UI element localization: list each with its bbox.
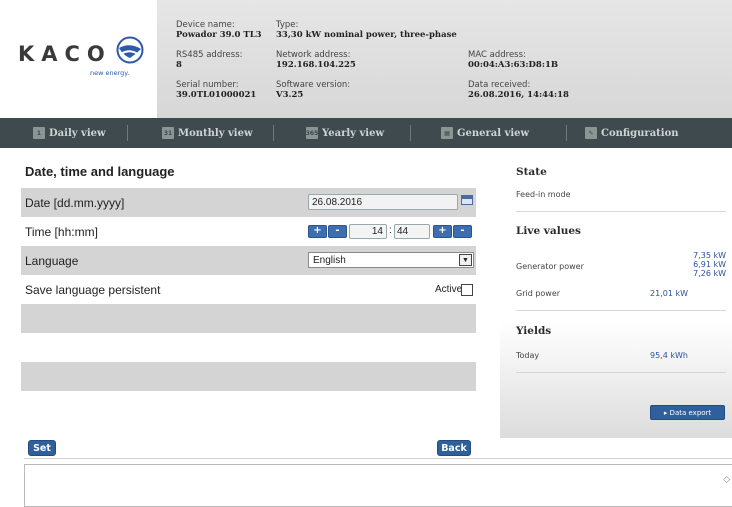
page-title: Date, time and language bbox=[25, 164, 175, 179]
state-value: Feed-in mode bbox=[516, 190, 571, 199]
device-type-value: 33,30 kW nominal power, three-phase bbox=[276, 30, 457, 40]
generator-power-value-2: 6,91 kW bbox=[693, 260, 726, 269]
nav-general-view[interactable]: ▦ General view bbox=[441, 118, 529, 148]
message-panel bbox=[24, 464, 732, 507]
nav-divider bbox=[273, 125, 274, 141]
minute-input[interactable]: 44 bbox=[394, 224, 430, 239]
calendar-day-icon: 1 bbox=[33, 127, 45, 139]
serial-number-value: 39.0TL01000021 bbox=[176, 90, 257, 100]
network-address-value: 192.168.104.225 bbox=[276, 60, 356, 70]
kaco-logo: KACO new energy. bbox=[18, 36, 148, 80]
grid-icon: ▦ bbox=[441, 127, 453, 139]
nav-daily-view[interactable]: 1 Daily view bbox=[33, 118, 106, 148]
calendar-month-icon: 31 bbox=[162, 127, 174, 139]
mac-address-label: MAC address: bbox=[468, 50, 526, 60]
save-language-checkbox[interactable] bbox=[461, 284, 473, 296]
generator-power-values: 7,35 kW 6,91 kW 7,26 kW bbox=[646, 251, 726, 278]
nav-yearly-view[interactable]: 365 Yearly view bbox=[306, 118, 384, 148]
empty-row bbox=[21, 333, 476, 362]
chevron-down-icon: ▼ bbox=[459, 254, 472, 266]
hour-increase-button[interactable]: + bbox=[308, 225, 327, 238]
grid-power-value: 21,01 kW bbox=[650, 289, 688, 298]
rs485-value: 8 bbox=[176, 60, 182, 70]
device-name-field: Device name: Powador 39.0 TL3 bbox=[176, 20, 262, 40]
hour-input[interactable]: 14 bbox=[349, 224, 387, 239]
hour-decrease-button[interactable]: - bbox=[328, 225, 347, 238]
nav-configuration[interactable]: ✎ Configuration bbox=[585, 118, 679, 148]
software-version-label: Software version: bbox=[276, 80, 351, 90]
yields-title: Yields bbox=[516, 325, 552, 337]
grid-power-label: Grid power bbox=[516, 289, 561, 298]
rs485-field: RS485 address: 8 bbox=[176, 50, 243, 70]
back-button[interactable]: Back bbox=[437, 440, 471, 456]
today-yield-label: Today bbox=[516, 351, 540, 360]
logo-swoosh-icon bbox=[116, 36, 144, 64]
wrench-icon: ✎ bbox=[585, 127, 597, 139]
scroll-arrow-icon[interactable]: ◇ bbox=[723, 475, 730, 485]
serial-number-label: Serial number: bbox=[176, 80, 239, 90]
time-label: Time [hh:mm] bbox=[25, 224, 98, 239]
device-type-label: Type: bbox=[276, 20, 299, 30]
minute-increase-button[interactable]: + bbox=[433, 225, 452, 238]
network-address-label: Network address: bbox=[276, 50, 351, 60]
device-info-panel: Device name: Powador 39.0 TL3 Type: 33,3… bbox=[157, 0, 732, 118]
software-version-value: V3.25 bbox=[276, 90, 304, 100]
data-received-label: Data received: bbox=[468, 80, 531, 90]
empty-row bbox=[21, 304, 476, 333]
device-type-field: Type: 33,30 kW nominal power, three-phas… bbox=[276, 20, 457, 40]
software-version-field: Software version: V3.25 bbox=[276, 80, 350, 100]
state-title: State bbox=[516, 166, 547, 178]
nav-configuration-label: Configuration bbox=[601, 127, 679, 139]
divider bbox=[516, 372, 726, 373]
today-yield-value: 95,4 kWh bbox=[650, 351, 688, 360]
generator-power-value-3: 7,26 kW bbox=[693, 269, 726, 278]
nav-monthly-label: Monthly view bbox=[178, 127, 253, 139]
network-address-field: Network address: 192.168.104.225 bbox=[276, 50, 356, 70]
set-button[interactable]: Set bbox=[28, 440, 56, 456]
mac-address-field: MAC address: 00:04:A3:63:D8:1B bbox=[468, 50, 558, 70]
date-label: Date [dd.mm.yyyy] bbox=[25, 195, 125, 210]
data-received-field: Data received: 26.08.2016, 14:44:18 bbox=[468, 80, 569, 100]
save-language-label: Save language persistent bbox=[25, 282, 161, 297]
divider bbox=[516, 211, 726, 212]
nav-daily-label: Daily view bbox=[49, 127, 106, 139]
live-values-title: Live values bbox=[516, 225, 581, 237]
generator-power-value-1: 7,35 kW bbox=[693, 251, 726, 260]
header: KACO new energy. Device name: Powador 39… bbox=[0, 0, 732, 118]
mac-address-value: 00:04:A3:63:D8:1B bbox=[468, 60, 559, 70]
save-language-row: Save language persistent bbox=[21, 275, 476, 304]
nav-divider bbox=[127, 125, 128, 141]
language-select[interactable]: English ▼ bbox=[308, 252, 474, 268]
logo-brand: KACO bbox=[18, 42, 112, 66]
divider bbox=[24, 458, 732, 459]
language-label: Language bbox=[25, 253, 79, 268]
nav-yearly-label: Yearly view bbox=[322, 127, 385, 139]
logo-tagline: new energy. bbox=[90, 69, 130, 77]
data-received-value: 26.08.2016, 14:44:18 bbox=[468, 90, 569, 100]
divider bbox=[516, 310, 726, 311]
nav-general-label: General view bbox=[457, 127, 530, 139]
date-input[interactable]: 26.08.2016 bbox=[308, 194, 458, 210]
device-name-value: Powador 39.0 TL3 bbox=[176, 30, 262, 40]
calendar-year-icon: 365 bbox=[306, 127, 318, 139]
nav-divider bbox=[566, 125, 567, 141]
active-label: Active bbox=[435, 284, 463, 295]
calendar-icon[interactable] bbox=[461, 195, 473, 205]
data-export-button[interactable]: ▸ Data export bbox=[650, 405, 725, 420]
nav-divider bbox=[410, 125, 411, 141]
nav-monthly-view[interactable]: 31 Monthly view bbox=[162, 118, 253, 148]
generator-power-label: Generator power bbox=[516, 262, 584, 271]
time-colon: : bbox=[389, 225, 392, 236]
empty-row bbox=[21, 362, 476, 391]
language-selected-value: English bbox=[313, 254, 346, 266]
minute-decrease-button[interactable]: - bbox=[453, 225, 472, 238]
serial-number-field: Serial number: 39.0TL01000021 bbox=[176, 80, 256, 100]
main-nav: 1 Daily view 31 Monthly view 365 Yearly … bbox=[0, 118, 732, 148]
device-name-label: Device name: bbox=[176, 20, 235, 30]
rs485-label: RS485 address: bbox=[176, 50, 243, 60]
